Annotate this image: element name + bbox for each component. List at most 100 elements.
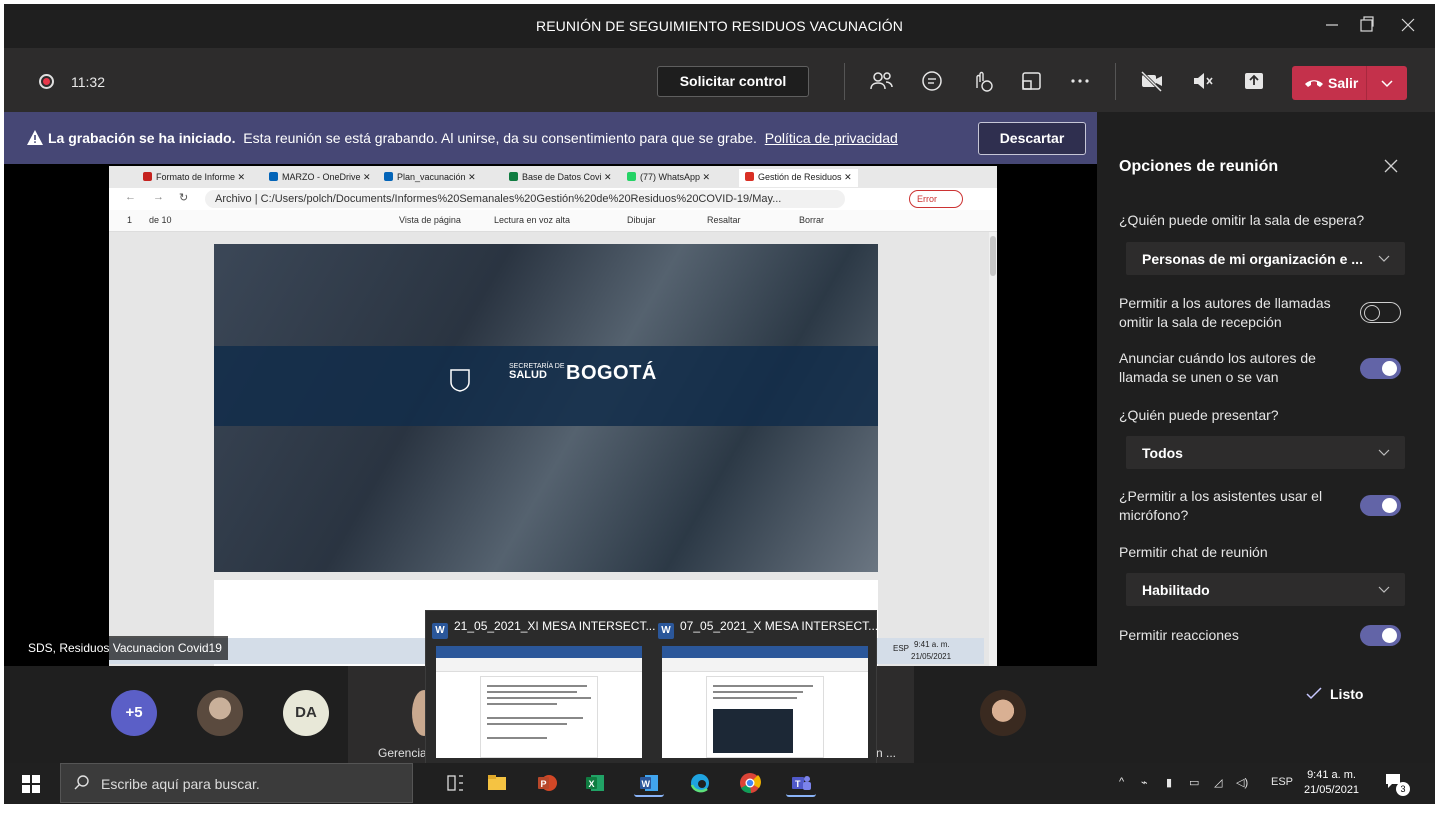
pdf-draw: Dibujar [627, 215, 656, 225]
allow-reactions-toggle[interactable] [1360, 625, 1401, 646]
allow-reactions-label: Permitir reacciones [1119, 627, 1239, 643]
tray-wifi-icon[interactable]: ◿ [1214, 776, 1222, 789]
chat-icon[interactable] [919, 68, 945, 94]
done-button[interactable]: Listo [1306, 686, 1363, 702]
browser-tab-strip: Formato de Informe ✕ MARZO - OneDrive ✕ … [109, 166, 997, 188]
presenter-name-tag: SDS, Residuos Vacunacion Covid19 [22, 636, 228, 660]
browser-tab: Plan_vacunación ✕ [384, 169, 476, 187]
shared-browser-window: Formato de Informe ✕ MARZO - OneDrive ✕ … [109, 166, 997, 666]
who-can-present-dropdown[interactable]: Todos [1126, 436, 1405, 469]
camera-off-icon[interactable] [1139, 68, 1165, 94]
mic-muted-icon[interactable] [1190, 68, 1216, 94]
divider [844, 63, 845, 100]
divider [1115, 63, 1116, 100]
tray-volume-icon[interactable]: ◁) [1236, 776, 1248, 789]
breakout-rooms-icon[interactable] [1019, 68, 1045, 94]
tray-language[interactable]: ESP [1271, 776, 1293, 788]
taskbar-clock[interactable]: 9:41 a. m. 21/05/2021 [1304, 768, 1359, 798]
browser-tab: Formato de Informe ✕ [143, 169, 245, 187]
tray-network-icon[interactable]: ⌁ [1141, 776, 1148, 789]
leave-button[interactable]: Salir [1292, 66, 1407, 100]
excel-icon[interactable]: X [580, 769, 610, 797]
check-icon [1306, 687, 1322, 700]
shared-time: 9:41 a. m. [914, 640, 950, 649]
meeting-control-bar: 11:32 Solicitar control Salir [4, 48, 1435, 112]
allow-mic-label: ¿Permitir a los asistentes usar el micró… [1119, 488, 1323, 523]
windows-taskbar: Escribe aquí para buscar. P X W T ^ ⌁ ▮ … [4, 763, 1435, 803]
title-bar: REUNIÓN DE SEGUIMIENTO RESIDUOS VACUNACI… [4, 4, 1435, 48]
chrome-icon[interactable] [735, 769, 765, 797]
task-view-icon[interactable] [440, 769, 470, 797]
allow-chat-label: Permitir chat de reunión [1119, 544, 1268, 560]
callers-bypass-toggle[interactable] [1360, 302, 1401, 323]
browser-tab: MARZO - OneDrive ✕ [269, 169, 371, 187]
tab-label: Base de Datos Covi [522, 172, 602, 182]
pdf-highlight: Resaltar [707, 215, 741, 225]
dropdown-value: Habilitado [1142, 582, 1210, 598]
tray-chevron-up-icon[interactable]: ^ [1119, 776, 1124, 788]
recording-banner: La grabación se ha iniciado. Esta reunió… [4, 112, 1097, 164]
powerpoint-icon[interactable]: P [532, 769, 562, 797]
reactions-icon[interactable] [969, 68, 995, 94]
window-title: REUNIÓN DE SEGUIMIENTO RESIDUOS VACUNACI… [536, 18, 903, 34]
word-icon[interactable]: W [634, 769, 664, 797]
svg-text:T: T [795, 779, 801, 789]
phone-hangup-icon [1305, 80, 1323, 87]
share-screen-icon[interactable] [1241, 68, 1267, 94]
chevron-down-icon [1378, 586, 1390, 593]
teams-icon[interactable]: T [786, 769, 816, 797]
dropdown-value: Todos [1142, 445, 1183, 461]
taskbar-search-box[interactable]: Escribe aquí para buscar. [60, 763, 413, 803]
notification-count: 3 [1396, 782, 1410, 796]
minimize-icon[interactable] [1321, 14, 1343, 36]
more-participants-button[interactable]: +5 [111, 690, 157, 736]
browser-tab: (77) WhatsApp ✕ [627, 169, 710, 187]
search-icon [74, 775, 89, 790]
tray-mic-icon[interactable]: ▮ [1166, 776, 1172, 789]
pdf-page-number: 1 [127, 215, 133, 225]
dismiss-button[interactable]: Descartar [978, 122, 1086, 155]
tray-battery-icon[interactable]: ▭ [1189, 776, 1199, 789]
participants-icon[interactable] [869, 68, 895, 94]
close-icon[interactable] [1397, 14, 1419, 36]
request-control-button[interactable]: Solicitar control [657, 66, 809, 97]
edge-icon[interactable] [685, 769, 715, 797]
secretaria-salud-logo: SECRETARÍA DE SALUD [509, 362, 565, 381]
tab-label: Plan_vacunación [397, 172, 466, 182]
word-icon: W [432, 623, 448, 639]
restore-icon[interactable] [1356, 14, 1378, 36]
logo-band: SECRETARÍA DE SALUD BOGOTÁ [214, 346, 878, 426]
error-badge: Error [909, 190, 963, 208]
windows-start-icon[interactable] [22, 775, 40, 793]
pdf-viewer: SECRETARÍA DE SALUD BOGOTÁ [109, 232, 989, 666]
thumbnail-item[interactable]: W 07_05_2021_X MESA INTERSECT... [652, 611, 878, 765]
who-can-present-label: ¿Quién puede presentar? [1119, 407, 1279, 423]
browser-tab: Base de Datos Covi ✕ [509, 169, 612, 187]
file-explorer-icon[interactable] [482, 769, 512, 797]
notification-center-icon[interactable]: 3 [1384, 772, 1410, 796]
panel-title: Opciones de reunión [1119, 158, 1279, 175]
participant-name: n ... [876, 746, 897, 760]
thumbnail-item[interactable]: W 21_05_2021_XI MESA INTERSECT... [426, 611, 655, 765]
word-icon: W [658, 623, 674, 639]
document-thumbnail [436, 646, 642, 758]
privacy-policy-link[interactable]: Política de privacidad [765, 130, 898, 146]
search-placeholder: Escribe aquí para buscar. [101, 776, 260, 792]
meeting-timer: 11:32 [71, 74, 105, 90]
svg-text:P: P [541, 779, 547, 789]
pdf-cover-page: SECRETARÍA DE SALUD BOGOTÁ [214, 244, 878, 572]
close-icon[interactable] [1381, 156, 1401, 176]
pdf-page-count: de 10 [149, 215, 172, 225]
thumbnail-title-text: 07_05_2021_X MESA INTERSECT... [680, 619, 879, 633]
lobby-bypass-dropdown[interactable]: Personas de mi organización e ... [1126, 242, 1405, 275]
participant-avatar-photo[interactable] [197, 690, 243, 736]
more-options-icon[interactable] [1067, 68, 1093, 94]
chevron-down-icon [1378, 449, 1390, 456]
allow-mic-toggle[interactable] [1360, 495, 1401, 516]
allow-chat-dropdown[interactable]: Habilitado [1126, 573, 1405, 606]
pdf-toolbar: 1 de 10 Vista de página Lectura en voz a… [109, 210, 997, 232]
back-icon: ← [125, 191, 136, 203]
chevron-down-icon[interactable] [1376, 72, 1398, 94]
announce-callers-toggle[interactable] [1360, 358, 1401, 379]
participant-avatar-initials[interactable]: DA [283, 690, 329, 736]
